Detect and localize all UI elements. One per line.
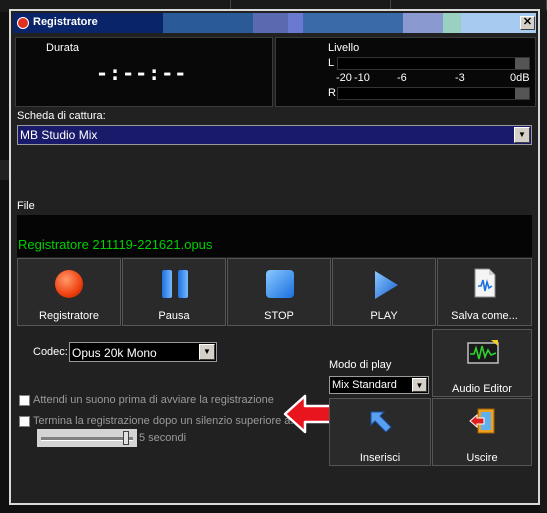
audio-editor-icon	[467, 340, 499, 364]
left-channel-label: L	[328, 57, 335, 69]
left-level-meter-peak	[515, 58, 529, 69]
insert-button-label: Inserisci	[359, 452, 401, 464]
audio-editor-label: Audio Editor	[452, 383, 512, 395]
title-bar[interactable]: Registratore ✕	[13, 13, 536, 33]
meter-scale-tick: 0dB	[510, 72, 530, 84]
audio-editor-button[interactable]: Audio Editor	[432, 329, 532, 397]
recorder-app-icon	[17, 17, 29, 29]
chevron-down-icon[interactable]: ▼	[199, 344, 215, 360]
stop-button[interactable]: STOP	[227, 258, 331, 326]
recorder-window: Registratore ✕ Durata -:--:-- Livello L …	[9, 9, 540, 505]
chevron-down-icon[interactable]: ▼	[514, 127, 530, 143]
meter-scale-tick: -10	[354, 72, 370, 84]
silence-slider-track	[41, 437, 133, 441]
capture-device-label: Scheda di cattura:	[17, 110, 106, 122]
pause-icon	[162, 270, 172, 298]
exit-door-icon	[469, 408, 495, 434]
background-app-edge	[540, 12, 547, 512]
silence-slider[interactable]	[37, 429, 137, 447]
insert-button[interactable]: Inserisci	[329, 398, 431, 466]
window-title: Registratore	[33, 16, 98, 28]
save-as-button-label: Salva come...	[451, 310, 518, 322]
file-label: File	[17, 200, 35, 212]
chevron-down-icon[interactable]: ▼	[412, 378, 427, 392]
meter-scale-tick: -3	[455, 72, 465, 84]
play-mode-select[interactable]: Mix Standard ▼	[329, 376, 429, 394]
meter-scale-tick: -20	[336, 72, 352, 84]
left-level-meter	[337, 57, 530, 70]
exit-button-label: Uscire	[466, 452, 498, 464]
play-mode-value: Mix Standard	[332, 379, 397, 391]
play-button-label: PLAY	[370, 310, 398, 322]
stop-silence-label: Termina la registrazione dopo un silenzi…	[33, 415, 300, 427]
meter-scale-tick: -6	[397, 72, 407, 84]
title-bar-segment	[288, 13, 303, 33]
silence-value: 5 secondi	[139, 432, 187, 444]
level-label: Livello	[328, 42, 360, 54]
duration-value: -:--:--	[96, 61, 188, 85]
play-icon	[375, 271, 398, 299]
left-arrow-icon	[283, 394, 335, 434]
codec-label: Codec:	[33, 346, 68, 358]
exit-button[interactable]: Uscire	[432, 398, 532, 466]
record-button[interactable]: Registratore	[17, 258, 121, 326]
stop-icon	[266, 270, 294, 298]
pause-icon	[178, 270, 188, 298]
duration-label: Durata	[46, 42, 80, 54]
title-bar-segment	[443, 13, 461, 33]
file-panel: Registratore 211119-221621.opus	[17, 215, 532, 257]
title-bar-segment	[303, 13, 403, 33]
file-name: Registratore 211119-221621.opus	[18, 237, 213, 252]
title-bar-segment	[163, 13, 253, 33]
play-button[interactable]: PLAY	[332, 258, 436, 326]
right-level-meter-peak	[515, 88, 529, 99]
insert-arrow-icon	[370, 411, 392, 433]
wait-sound-label: Attendi un suono prima di avviare la reg…	[33, 394, 274, 406]
right-channel-label: R	[328, 87, 336, 99]
wait-sound-checkbox[interactable]	[19, 395, 30, 406]
play-mode-label: Modo di play	[329, 359, 392, 371]
level-panel: Livello L -20 -10 -6 -3 0dB R	[275, 37, 536, 107]
record-icon	[55, 270, 83, 298]
capture-device-value: MB Studio Mix	[20, 128, 98, 142]
codec-select[interactable]: Opus 20k Mono ▼	[69, 342, 217, 362]
right-level-meter	[337, 87, 530, 100]
silence-slider-thumb[interactable]	[123, 431, 129, 445]
title-bar-segment	[253, 13, 288, 33]
stop-button-label: STOP	[264, 310, 294, 322]
duration-panel: Durata -:--:--	[15, 37, 273, 107]
codec-value: Opus 20k Mono	[72, 346, 157, 360]
close-button[interactable]: ✕	[520, 16, 535, 30]
pause-button-label: Pausa	[158, 310, 190, 322]
audio-file-icon	[474, 268, 496, 298]
pause-button[interactable]: Pausa	[122, 258, 226, 326]
record-button-label: Registratore	[39, 310, 99, 322]
title-bar-segment	[403, 13, 443, 33]
save-as-button[interactable]: Salva come...	[437, 258, 532, 326]
stop-silence-checkbox[interactable]	[19, 416, 30, 427]
background-app-edge	[0, 160, 9, 180]
capture-device-select[interactable]: MB Studio Mix ▼	[17, 125, 532, 145]
